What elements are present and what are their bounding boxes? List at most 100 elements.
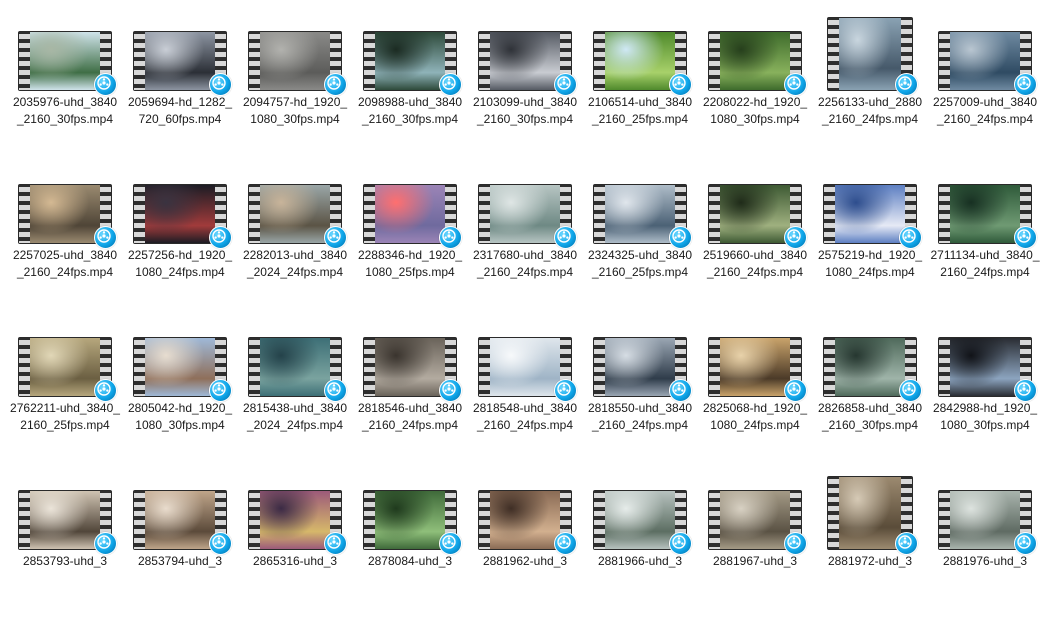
file-item[interactable]: 2094757-hd_1920_1080_30fps.mp4 bbox=[240, 16, 350, 166]
video-player-icon bbox=[669, 379, 692, 402]
video-player-icon bbox=[324, 226, 347, 249]
video-preview bbox=[605, 185, 675, 243]
file-name: 2805042-hd_1920_1080_30fps.mp4 bbox=[127, 401, 233, 432]
video-player-icon bbox=[669, 532, 692, 555]
video-player-icon bbox=[899, 226, 922, 249]
file-name: 2257009-uhd_3840_2160_24fps.mp4 bbox=[932, 95, 1038, 126]
video-player-icon bbox=[209, 226, 232, 249]
file-item[interactable]: 2035976-uhd_3840_2160_30fps.mp4 bbox=[10, 16, 120, 166]
video-player-icon bbox=[1014, 226, 1037, 249]
file-item[interactable]: 2059694-hd_1282_720_60fps.mp4 bbox=[125, 16, 235, 166]
file-name: 2853793-uhd_3 bbox=[22, 554, 108, 568]
video-preview bbox=[145, 338, 215, 396]
film-strip-icon bbox=[594, 32, 605, 90]
file-item[interactable]: 2257256-hd_1920_1080_24fps.mp4 bbox=[125, 169, 235, 319]
video-player-icon bbox=[1014, 379, 1037, 402]
file-name: 2519660-uhd_3840_2160_24fps.mp4 bbox=[702, 248, 808, 279]
file-name: 2881962-uhd_3 bbox=[482, 554, 568, 568]
file-thumbnail bbox=[364, 169, 462, 249]
file-item[interactable]: 2098988-uhd_3840_2160_30fps.mp4 bbox=[355, 16, 465, 166]
file-name: 2818546-uhd_3840_2160_24fps.mp4 bbox=[357, 401, 463, 432]
film-strip-icon bbox=[19, 338, 30, 396]
video-player-icon bbox=[784, 532, 807, 555]
file-item[interactable]: 2881972-uhd_3 bbox=[815, 475, 925, 625]
file-item[interactable]: 2825068-hd_1920_1080_24fps.mp4 bbox=[700, 322, 810, 472]
file-thumbnail bbox=[594, 475, 692, 555]
file-item[interactable]: 2842988-hd_1920_1080_30fps.mp4 bbox=[930, 322, 1040, 472]
file-item[interactable]: 2324325-uhd_3840_2160_25fps.mp4 bbox=[585, 169, 695, 319]
film-strip-icon bbox=[249, 338, 260, 396]
file-item[interactable]: 2106514-uhd_3840_2160_25fps.mp4 bbox=[585, 16, 695, 166]
film-strip-icon bbox=[479, 185, 490, 243]
file-item[interactable]: 2103099-uhd_3840_2160_30fps.mp4 bbox=[470, 16, 580, 166]
file-item[interactable]: 2853794-uhd_3 bbox=[125, 475, 235, 625]
film-strip-icon bbox=[19, 491, 30, 549]
file-item[interactable]: 2818550-uhd_3840_2160_24fps.mp4 bbox=[585, 322, 695, 472]
file-item[interactable]: 2519660-uhd_3840_2160_24fps.mp4 bbox=[700, 169, 810, 319]
file-item[interactable]: 2317680-uhd_3840_2160_24fps.mp4 bbox=[470, 169, 580, 319]
file-thumbnail bbox=[594, 169, 692, 249]
file-item[interactable]: 2853793-uhd_3 bbox=[10, 475, 120, 625]
video-preview bbox=[30, 491, 100, 549]
file-name: 2256133-uhd_2880_2160_24fps.mp4 bbox=[817, 95, 923, 126]
file-item[interactable]: 2881976-uhd_3 bbox=[930, 475, 1040, 625]
file-thumbnail bbox=[249, 475, 347, 555]
file-item[interactable]: 2815438-uhd_3840_2024_24fps.mp4 bbox=[240, 322, 350, 472]
video-preview bbox=[605, 491, 675, 549]
file-thumbnail bbox=[249, 16, 347, 96]
file-item[interactable]: 2881962-uhd_3 bbox=[470, 475, 580, 625]
film-strip-icon bbox=[134, 338, 145, 396]
file-item[interactable]: 2878084-uhd_3 bbox=[355, 475, 465, 625]
file-thumbnail bbox=[939, 169, 1037, 249]
file-name: 2762211-uhd_3840_2160_25fps.mp4 bbox=[10, 401, 120, 432]
file-item[interactable]: 2818546-uhd_3840_2160_24fps.mp4 bbox=[355, 322, 465, 472]
film-strip-icon bbox=[479, 491, 490, 549]
film-strip-icon bbox=[134, 185, 145, 243]
file-name: 2575219-hd_1920_1080_24fps.mp4 bbox=[817, 248, 923, 279]
file-name: 2208022-hd_1920_1080_30fps.mp4 bbox=[702, 95, 808, 126]
file-name: 2865316-uhd_3 bbox=[252, 554, 338, 568]
file-thumbnail bbox=[479, 322, 577, 402]
video-preview bbox=[260, 185, 330, 243]
file-name: 2059694-hd_1282_720_60fps.mp4 bbox=[127, 95, 233, 126]
file-item[interactable]: 2208022-hd_1920_1080_30fps.mp4 bbox=[700, 16, 810, 166]
file-thumbnail bbox=[824, 16, 918, 96]
file-thumbnail bbox=[249, 322, 347, 402]
file-item[interactable]: 2256133-uhd_2880_2160_24fps.mp4 bbox=[815, 16, 925, 166]
video-preview bbox=[720, 338, 790, 396]
file-thumbnail bbox=[709, 475, 807, 555]
file-item[interactable]: 2288346-hd_1920_1080_25fps.mp4 bbox=[355, 169, 465, 319]
file-item[interactable]: 2257009-uhd_3840_2160_24fps.mp4 bbox=[930, 16, 1040, 166]
video-preview bbox=[839, 18, 901, 90]
file-item[interactable]: 2257025-uhd_3840_2160_24fps.mp4 bbox=[10, 169, 120, 319]
file-item[interactable]: 2881966-uhd_3 bbox=[585, 475, 695, 625]
film-strip-icon bbox=[364, 32, 375, 90]
file-item[interactable]: 2805042-hd_1920_1080_30fps.mp4 bbox=[125, 322, 235, 472]
file-item[interactable]: 2762211-uhd_3840_2160_25fps.mp4 bbox=[10, 322, 120, 472]
file-item[interactable]: 2711134-uhd_3840_2160_24fps.mp4 bbox=[930, 169, 1040, 319]
video-preview bbox=[720, 491, 790, 549]
video-preview bbox=[260, 491, 330, 549]
file-thumbnail bbox=[134, 475, 232, 555]
video-player-icon bbox=[554, 226, 577, 249]
file-thumbnail bbox=[709, 322, 807, 402]
film-strip-icon bbox=[134, 491, 145, 549]
file-item[interactable]: 2282013-uhd_3840_2024_24fps.mp4 bbox=[240, 169, 350, 319]
file-item[interactable]: 2865316-uhd_3 bbox=[240, 475, 350, 625]
video-player-icon bbox=[895, 73, 918, 96]
video-preview bbox=[720, 185, 790, 243]
film-strip-icon bbox=[709, 491, 720, 549]
file-item[interactable]: 2818548-uhd_3840_2160_24fps.mp4 bbox=[470, 322, 580, 472]
video-preview bbox=[490, 185, 560, 243]
film-strip-icon bbox=[828, 18, 839, 90]
file-item[interactable]: 2826858-uhd_3840_2160_30fps.mp4 bbox=[815, 322, 925, 472]
video-preview bbox=[950, 32, 1020, 90]
file-name: 2282013-uhd_3840_2024_24fps.mp4 bbox=[242, 248, 348, 279]
video-player-icon bbox=[1014, 73, 1037, 96]
file-name: 2881972-uhd_3 bbox=[827, 554, 913, 568]
video-preview bbox=[145, 491, 215, 549]
file-item[interactable]: 2575219-hd_1920_1080_24fps.mp4 bbox=[815, 169, 925, 319]
file-item[interactable]: 2881967-uhd_3 bbox=[700, 475, 810, 625]
video-player-icon bbox=[554, 73, 577, 96]
file-name: 2881976-uhd_3 bbox=[942, 554, 1028, 568]
